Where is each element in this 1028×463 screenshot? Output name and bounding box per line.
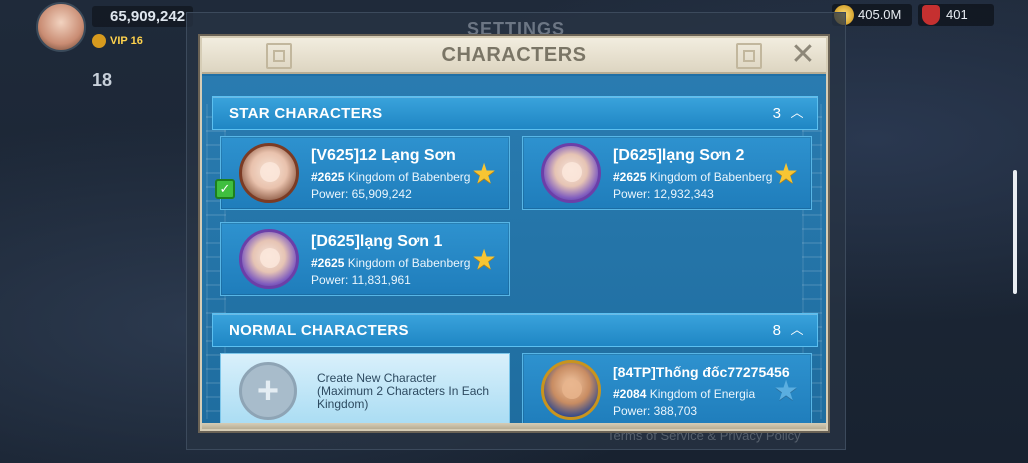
create-character-limit: (Maximum 2 Characters In Each Kingdom): [317, 384, 490, 411]
star-icon[interactable]: ★: [469, 245, 499, 275]
gem-amount: 401: [946, 7, 968, 22]
section-label: STAR CHARACTERS: [229, 105, 383, 122]
player-avatar[interactable]: [36, 2, 86, 52]
character-kingdom: #2625 Kingdom of Babenberg: [311, 170, 470, 184]
dialog-body: STAR CHARACTERS 3 ︿ ✓ [V625]12 Lạng Sơn …: [202, 76, 826, 429]
plus-icon: +: [239, 362, 297, 420]
section-count: 3: [772, 105, 781, 122]
dialog-title: CHARACTERS: [441, 44, 587, 66]
character-card[interactable]: ✓ [V625]12 Lạng Sơn #2625 Kingdom of Bab…: [215, 136, 510, 210]
star-icon[interactable]: ★: [771, 376, 801, 406]
star-icon[interactable]: ★: [771, 159, 801, 189]
scrollbar[interactable]: [1013, 170, 1017, 294]
character-kingdom: #2625 Kingdom of Babenberg: [311, 256, 470, 270]
kingdom-id: #2625: [613, 170, 647, 184]
character-portrait: [541, 143, 601, 203]
star-characters-header[interactable]: STAR CHARACTERS 3 ︿: [212, 96, 818, 130]
kingdom-name: Kingdom of Energia: [649, 387, 756, 401]
dialog-header: CHARACTERS ✕: [202, 38, 826, 74]
close-button[interactable]: ✕: [788, 40, 818, 70]
section-label: NORMAL CHARACTERS: [229, 322, 409, 339]
vip-icon: [92, 34, 106, 48]
character-portrait: [239, 143, 299, 203]
character-card[interactable]: [84TP]Thống đốc77275456 #2084 Kingdom of…: [522, 353, 812, 427]
character-name: [84TP]Thống đốc77275456: [613, 364, 790, 380]
character-name: [V625]12 Lạng Sơn: [311, 147, 456, 164]
characters-dialog: CHARACTERS ✕ STAR CHARACTERS 3 ︿ ✓ [V625…: [200, 36, 828, 431]
character-card[interactable]: [D625]lạng Sơn 2 #2625 Kingdom of Babenb…: [522, 136, 812, 210]
kingdom-id: #2625: [311, 256, 345, 270]
kingdom-name: Kingdom of Babenberg: [347, 170, 471, 184]
create-character-text: Create New Character (Maximum 2 Characte…: [317, 372, 497, 411]
background-number: 18: [92, 70, 113, 90]
character-power: Power: 388,703: [613, 404, 698, 418]
player-power: 65,909,242: [92, 6, 194, 27]
character-power: Power: 11,831,961: [311, 273, 411, 287]
character-name: [D625]lạng Sơn 1: [311, 233, 443, 250]
gem-icon: [922, 5, 940, 25]
character-kingdom: #2625 Kingdom of Babenberg: [613, 170, 772, 184]
kingdom-id: #2084: [613, 387, 647, 401]
character-power: Power: 12,932,343: [613, 187, 714, 201]
chevron-up-icon: ︿: [790, 105, 804, 120]
create-character-button[interactable]: + Create New Character (Maximum 2 Charac…: [220, 353, 510, 427]
character-portrait: [239, 229, 299, 289]
kingdom-name: Kingdom of Babenberg: [347, 256, 471, 270]
star-icon[interactable]: ★: [469, 159, 499, 189]
current-character-check-icon: ✓: [215, 179, 235, 199]
chevron-up-icon: ︿: [790, 322, 804, 337]
character-power: Power: 65,909,242: [311, 187, 412, 201]
close-icon: ✕: [790, 38, 816, 71]
vip-label: VIP 16: [110, 34, 143, 47]
character-name: [D625]lạng Sơn 2: [613, 147, 745, 164]
kingdom-id: #2625: [311, 170, 345, 184]
gold-amount: 405.0M: [858, 7, 902, 22]
normal-characters-header[interactable]: NORMAL CHARACTERS 8 ︿: [212, 313, 818, 347]
character-card[interactable]: [D625]lạng Sơn 1 #2625 Kingdom of Babenb…: [220, 222, 510, 296]
character-kingdom: #2084 Kingdom of Energia: [613, 387, 755, 401]
gem-counter[interactable]: 401: [918, 4, 994, 26]
vip-badge[interactable]: VIP 16: [92, 34, 143, 48]
character-portrait: [541, 360, 601, 420]
kingdom-name: Kingdom of Babenberg: [649, 170, 773, 184]
section-count: 8: [772, 322, 781, 339]
dialog-bottom-trim: [202, 423, 826, 429]
